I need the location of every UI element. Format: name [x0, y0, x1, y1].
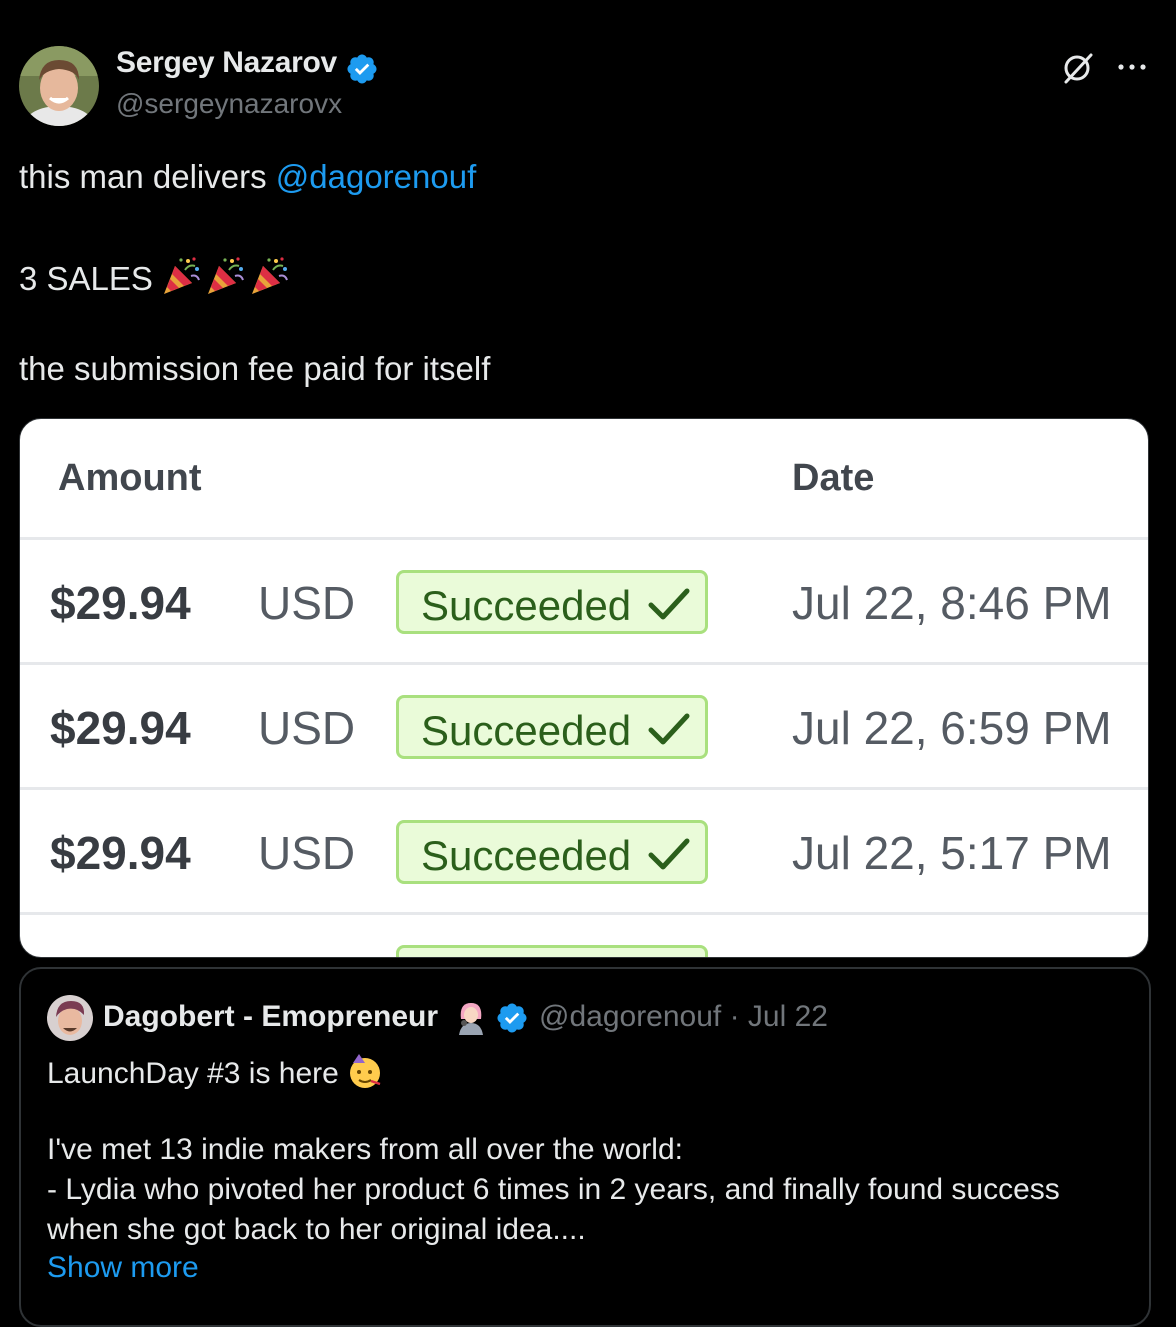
quote-text-line-4: when she got back to her original idea..…	[47, 1213, 586, 1246]
table-row: $29.94 USD Succeeded Jul 22, 5:17 PM	[20, 787, 1148, 914]
status-text: Succeeded	[421, 707, 632, 754]
tweet-text-line-1: this man delivers @dagorenouf	[19, 158, 476, 196]
status-badge: Succeeded	[396, 695, 708, 759]
status-badge-partial	[396, 945, 708, 957]
quote-text-line-1: LaunchDay #3 is here	[47, 1053, 383, 1091]
currency-value: USD	[258, 702, 356, 754]
status-text: Succeeded	[421, 832, 632, 879]
tweet-text-sales: 3 SALES	[19, 260, 153, 297]
amount-header: Amount	[58, 457, 202, 499]
date-header: Date	[792, 457, 875, 499]
party-popper-icon	[207, 257, 244, 294]
status-badge: Succeeded	[396, 570, 708, 634]
party-popper-emojis	[161, 254, 293, 304]
tweet-text-line-3: the submission fee paid for itself	[19, 350, 491, 387]
quote-text: LaunchDay #3 is here	[47, 1057, 339, 1090]
quote-handle-date[interactable]: @dagorenouf · Jul 22	[539, 1000, 828, 1034]
date-value: Jul 22, 5:17 PM	[792, 827, 1112, 879]
amount-value: $29.94	[50, 702, 191, 754]
currency-value: USD	[258, 827, 356, 879]
tweet-text: this man delivers	[19, 158, 276, 195]
partying-face-icon	[350, 1054, 381, 1088]
amount-value: $29.94	[50, 827, 191, 879]
checkmark-icon	[648, 588, 690, 620]
table-row: $29.94 USD Succeeded Jul 22, 6:59 PM	[20, 662, 1148, 789]
grok-icon[interactable]	[1060, 50, 1096, 86]
quote-text-line-3: - Lydia who pivoted her product 6 times …	[47, 1173, 1060, 1206]
show-more-link[interactable]: Show more	[47, 1251, 199, 1285]
author-name[interactable]: Sergey Nazarov	[116, 46, 337, 80]
tweet-text-line-2: 3 SALES	[19, 254, 293, 304]
verified-badge-icon	[347, 54, 377, 84]
singer-emoji-icon	[459, 1003, 483, 1035]
media-image[interactable]: Amount Date $29.94 USD Succeeded Jul 22,…	[19, 418, 1149, 958]
checkmark-icon	[648, 713, 690, 745]
quote-avatar[interactable]	[47, 995, 93, 1041]
checkmark-icon	[648, 838, 690, 870]
more-options-icon[interactable]	[1115, 52, 1149, 82]
table-row-partial	[20, 912, 1148, 957]
author-handle[interactable]: @sergeynazarovx	[116, 88, 342, 120]
table-row: $29.94 USD Succeeded Jul 22, 8:46 PM	[20, 537, 1148, 664]
quote-author-name[interactable]: Dagobert - Emopreneur	[103, 1000, 438, 1034]
amount-value: $29.94	[50, 577, 191, 629]
party-popper-icon	[163, 257, 200, 294]
status-text: Succeeded	[421, 582, 632, 629]
mention-link[interactable]: @dagorenouf	[276, 158, 476, 195]
date-value: Jul 22, 6:59 PM	[792, 702, 1112, 754]
party-popper-icon	[251, 257, 288, 294]
currency-value: USD	[258, 577, 356, 629]
verified-badge-icon	[497, 1003, 527, 1033]
quoted-tweet[interactable]: Dagobert - Emopreneur @dagorenouf · Jul …	[19, 967, 1151, 1327]
date-value: Jul 22, 8:46 PM	[792, 577, 1112, 629]
status-badge: Succeeded	[396, 820, 708, 884]
quote-text-line-2: I've met 13 indie makers from all over t…	[47, 1133, 683, 1166]
author-avatar[interactable]	[19, 46, 99, 126]
